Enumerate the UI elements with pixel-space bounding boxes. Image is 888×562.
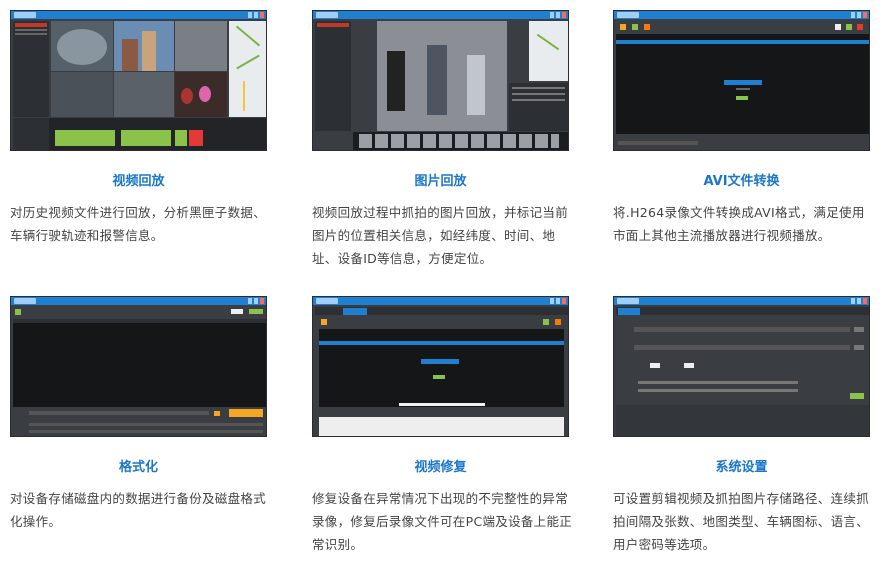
- feature-title: 图片回放: [414, 174, 467, 189]
- map-type-slider[interactable]: [638, 381, 798, 384]
- play-icon[interactable]: [543, 319, 549, 325]
- browse-button[interactable]: [854, 345, 864, 350]
- interval-input[interactable]: [650, 363, 660, 368]
- screenshot-video-playback: [10, 10, 267, 151]
- video-channel-6: [175, 72, 227, 117]
- screenshot-system-settings: [613, 296, 870, 437]
- feature-title: 视频回放: [112, 174, 165, 189]
- device-tree-panel: [315, 21, 351, 131]
- screenshot-avi-conversion: [613, 10, 870, 151]
- tab-bar: [315, 307, 568, 315]
- vehicle-icon-slider[interactable]: [638, 389, 798, 392]
- video-channel-4: [51, 72, 113, 117]
- feature-description: 修复设备在异常情况下出现的不完整性的异常录像，修复后录像文件可在PC端及设备上能…: [312, 491, 573, 552]
- folder-icon[interactable]: [214, 411, 220, 416]
- screenshot-image-playback: [312, 10, 569, 151]
- file-list-panel: [616, 34, 869, 134]
- thumbnail-strip: [353, 132, 568, 150]
- feature-title: 系统设置: [715, 460, 768, 475]
- snapshot-info-panel: [509, 83, 568, 131]
- feature-title: 格式化: [118, 460, 158, 475]
- screenshot-format: [10, 296, 267, 437]
- map-panel: [229, 21, 266, 117]
- stop-icon[interactable]: [555, 319, 561, 325]
- video-channel-5: [114, 72, 174, 117]
- clip-path-field[interactable]: [634, 327, 850, 332]
- window-titlebar: [11, 297, 266, 305]
- file-list-panel: [319, 329, 564, 407]
- progress-bar-1: [29, 423, 263, 426]
- tab-bar: [616, 307, 869, 315]
- disk-list-panel: [13, 319, 266, 407]
- progress-bar-2: [29, 430, 263, 433]
- device-tree-panel: [13, 21, 49, 117]
- disk-select[interactable]: [231, 309, 243, 314]
- window-titlebar: [614, 11, 869, 19]
- backup-path-field[interactable]: [29, 411, 209, 415]
- feature-title: 视频修复: [414, 460, 467, 475]
- count-input[interactable]: [684, 363, 694, 368]
- screenshot-video-repair: [312, 296, 569, 437]
- window-titlebar: [313, 297, 568, 305]
- refresh-icon[interactable]: [15, 309, 21, 315]
- window-titlebar: [614, 297, 869, 305]
- folder-icon[interactable]: [321, 319, 327, 325]
- save-button[interactable]: [850, 393, 864, 399]
- feature-description: 可设置剪辑视频及抓拍图片存储路径、连续抓拍间隔及张数、地图类型、车辆图标、语言、…: [613, 491, 870, 552]
- feature-title: AVI文件转换: [703, 174, 780, 189]
- window-titlebar: [11, 11, 266, 19]
- settings-footer: [616, 405, 869, 436]
- repair-log-panel: [319, 417, 564, 436]
- snapshot-path-field[interactable]: [634, 345, 850, 350]
- video-channel-1: [51, 21, 113, 71]
- snapshot-image: [377, 21, 507, 131]
- browse-button[interactable]: [854, 327, 864, 332]
- feature-description: 视频回放过程中抓拍的图片回放，并标记当前图片的位置相关信息，如经纬度、时间、地址…: [312, 205, 569, 266]
- confirm-button[interactable]: [249, 309, 263, 314]
- output-path-bar: [616, 137, 869, 149]
- map-panel: [529, 21, 568, 81]
- window-titlebar: [313, 11, 568, 19]
- feature-grid: 视频回放 对历史视频文件进行回放，分析黑匣子数据、车辆行驶轨迹和报警信息。 图片…: [0, 0, 888, 562]
- feature-description: 对设备存储磁盘内的数据进行备份及磁盘格式化操作。: [10, 491, 267, 529]
- format-button[interactable]: [229, 409, 263, 417]
- timeline-panel: [13, 118, 266, 150]
- toolbar: [616, 21, 869, 33]
- video-channel-2: [114, 21, 174, 71]
- feature-description: 将.H264录像文件转换成AVI格式，满足使用市面上其他主流播放器进行视频播放。: [613, 205, 865, 243]
- video-channel-3: [175, 21, 227, 71]
- feature-description: 对历史视频文件进行回放，分析黑匣子数据、车辆行驶轨迹和报警信息。: [10, 205, 267, 243]
